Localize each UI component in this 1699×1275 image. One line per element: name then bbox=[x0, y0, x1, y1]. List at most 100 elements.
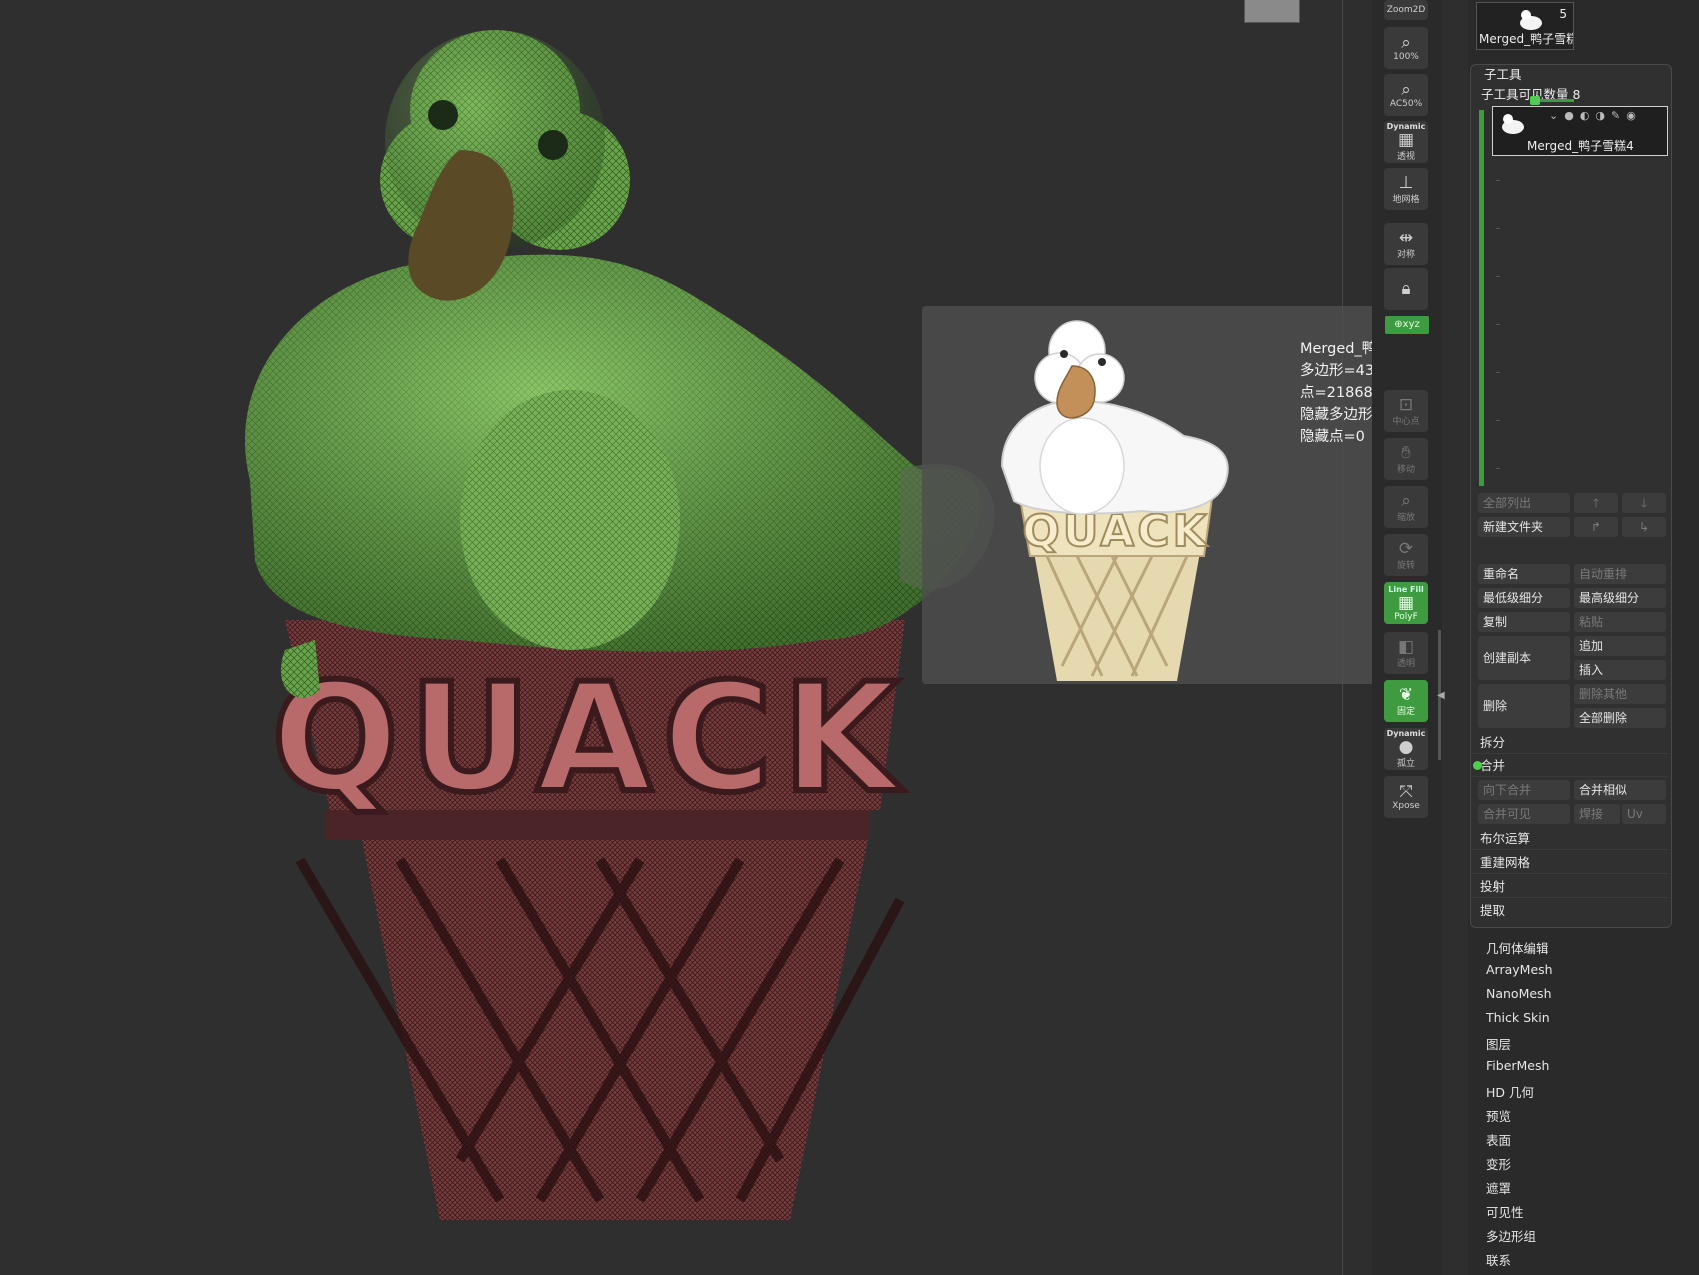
zoom-100-icon: ⌕ bbox=[1401, 33, 1411, 53]
polyframe-button[interactable]: Line Fill ▦ PolyF bbox=[1384, 582, 1428, 624]
list-all-button[interactable]: 全部列出 bbox=[1478, 493, 1570, 513]
boolean-section[interactable]: 布尔运算 bbox=[1472, 828, 1668, 850]
menu-fibermesh[interactable]: FiberMesh bbox=[1486, 1058, 1549, 1073]
symmetry-label: 对称 bbox=[1396, 249, 1415, 260]
zoom-ac50-button[interactable]: ⌕ AC50% bbox=[1384, 74, 1428, 116]
move-button[interactable]: ✋︎ 移动 bbox=[1384, 438, 1428, 480]
subtool-preview-popup: QUACK Merged_鸭子雪糕4 多边形=437348 点=218688 隐… bbox=[922, 306, 1429, 684]
lock-camera-button[interactable]: 🔒︎ bbox=[1384, 268, 1428, 310]
ghost-button[interactable]: ❦ 固定 bbox=[1384, 680, 1428, 722]
subtool-slot-empty[interactable] bbox=[1496, 372, 1500, 373]
xyz-rotate-button[interactable]: ⊕xyz bbox=[1385, 316, 1429, 334]
merge-down-button[interactable]: 向下合并 bbox=[1478, 780, 1570, 800]
create-copy-button[interactable]: 创建副本 bbox=[1478, 636, 1570, 680]
menu-visibility[interactable]: 可见性 bbox=[1486, 1202, 1524, 1221]
top-scroll-knob[interactable] bbox=[1244, 0, 1300, 23]
insert-button[interactable]: 插入 bbox=[1574, 660, 1666, 680]
perspective-button[interactable]: Dynamic ▦ 透视 bbox=[1384, 121, 1428, 163]
delete-other-button[interactable]: 删除其他 bbox=[1574, 684, 1666, 704]
transparent-button[interactable]: ◧ 透明 bbox=[1384, 632, 1428, 674]
zoom-ac50-icon: ⌕ bbox=[1401, 80, 1411, 100]
zoom2d-button[interactable]: Zoom2D bbox=[1384, 0, 1428, 20]
menu-layers[interactable]: 图层 bbox=[1486, 1034, 1511, 1053]
move-down-arrow-icon[interactable]: 🡓 bbox=[1622, 493, 1666, 513]
tool-count-badge: 5 bbox=[1559, 7, 1567, 21]
subtool-slot-empty[interactable] bbox=[1496, 180, 1500, 181]
solo-icon: ● bbox=[1398, 737, 1414, 757]
visible-count-knob[interactable] bbox=[1530, 96, 1540, 105]
menu-geometry[interactable]: 几何体编辑 bbox=[1486, 938, 1549, 957]
current-tool-thumbnail[interactable]: 5 Merged_鸭子雪糕 bbox=[1476, 2, 1574, 50]
menu-deformation[interactable]: 变形 bbox=[1486, 1154, 1511, 1173]
rotate-label: 旋转 bbox=[1396, 560, 1415, 571]
symmetry-button[interactable]: ⇹ 对称 bbox=[1384, 223, 1428, 265]
scale-label: 缩放 bbox=[1396, 512, 1415, 523]
solo-button[interactable]: Dynamic ● 孤立 bbox=[1384, 728, 1428, 770]
menu-surface[interactable]: 表面 bbox=[1486, 1130, 1511, 1149]
lock-camera-icon: 🔒︎ bbox=[1401, 279, 1411, 299]
menu-masking[interactable]: 遮罩 bbox=[1486, 1178, 1511, 1197]
menu-nanomesh[interactable]: NanoMesh bbox=[1486, 986, 1552, 1001]
delete-button[interactable]: 删除 bbox=[1478, 684, 1570, 728]
merge-visible-button[interactable]: 合并可见 bbox=[1478, 804, 1570, 824]
perspective-icon: ▦ bbox=[1397, 130, 1415, 150]
menu-preview[interactable]: 预览 bbox=[1486, 1106, 1511, 1125]
tool-thumb-name: Merged_鸭子雪糕 bbox=[1479, 32, 1573, 46]
auto-reorder-button[interactable]: 自动重排 bbox=[1574, 564, 1666, 584]
xpose-icon: ⤧ bbox=[1399, 782, 1413, 802]
zoom-ac50-label: AC50% bbox=[1389, 99, 1423, 109]
center-point-button[interactable]: ⊡ 中心点 bbox=[1384, 390, 1428, 432]
highest-subdiv-button[interactable]: 最高级细分 bbox=[1574, 588, 1666, 608]
subtool-slot-empty[interactable] bbox=[1496, 420, 1500, 421]
subtool-slot-empty[interactable] bbox=[1496, 276, 1500, 277]
menu-polygroups[interactable]: 多边形组 bbox=[1486, 1226, 1536, 1245]
solo-label: 孤立 bbox=[1396, 759, 1415, 769]
menu-contact[interactable]: 联系 bbox=[1486, 1250, 1511, 1269]
move-up-arrow-icon[interactable]: 🡑 bbox=[1574, 493, 1618, 513]
subtool-slot-empty[interactable] bbox=[1496, 228, 1500, 229]
polyframe-icon: ▦ bbox=[1397, 592, 1415, 613]
ghost-icon: ❦ bbox=[1398, 684, 1414, 705]
menu-thick-skin[interactable]: Thick Skin bbox=[1486, 1010, 1550, 1025]
subtool-slot-empty[interactable] bbox=[1496, 324, 1500, 325]
paste-button[interactable]: 粘贴 bbox=[1574, 612, 1666, 632]
zoom-100-button[interactable]: ⌕ 100% bbox=[1384, 27, 1428, 69]
lowest-subdiv-button[interactable]: 最低级细分 bbox=[1478, 588, 1570, 608]
xpose-button[interactable]: ⤧ Xpose bbox=[1384, 776, 1428, 818]
merge-similar-button[interactable]: 合并相似 bbox=[1574, 780, 1666, 800]
rename-button[interactable]: 重命名 bbox=[1478, 564, 1570, 584]
center-point-icon: ⊡ bbox=[1398, 394, 1414, 415]
floor-grid-icon: ⊥ bbox=[1398, 172, 1414, 193]
append-button[interactable]: 追加 bbox=[1574, 636, 1666, 656]
folder-arrow-up-icon[interactable]: ↱ bbox=[1574, 517, 1618, 537]
floor-grid-label: 地网格 bbox=[1392, 194, 1420, 205]
folder-arrow-down-icon[interactable]: ↳ bbox=[1622, 517, 1666, 537]
weld-toggle[interactable]: 焊接 bbox=[1574, 804, 1620, 824]
duck-thumbnail-icon bbox=[1520, 10, 1542, 30]
merge-active-indicator bbox=[1473, 761, 1482, 770]
scale-button[interactable]: ⌕ 缩放 bbox=[1384, 486, 1428, 528]
menu-arraymesh[interactable]: ArrayMesh bbox=[1486, 962, 1553, 977]
zoom-100-label: 100% bbox=[1393, 52, 1419, 62]
remesh-section[interactable]: 重建网格 bbox=[1472, 852, 1668, 874]
move-label: 移动 bbox=[1396, 464, 1415, 475]
new-folder-button[interactable]: 新建文件夹 bbox=[1478, 517, 1570, 537]
subtool-title[interactable]: 子工具 bbox=[1484, 64, 1522, 83]
scale-icon: ⌕ bbox=[1401, 490, 1411, 511]
duplicate-button[interactable]: 复制 bbox=[1478, 612, 1570, 632]
extract-section[interactable]: 提取 bbox=[1472, 900, 1668, 922]
floor-grid-button[interactable]: ⊥ 地网格 bbox=[1384, 168, 1428, 210]
delete-all-button[interactable]: 全部删除 bbox=[1574, 708, 1666, 728]
subtool-controls[interactable]: ⌄●◐◑✎◉ bbox=[1549, 109, 1642, 122]
subtool-slot-empty[interactable] bbox=[1496, 468, 1500, 469]
rotate-button[interactable]: ⟳ 旋转 bbox=[1384, 534, 1428, 576]
shelf-collapse-arrow-icon[interactable]: ◀ bbox=[1437, 690, 1445, 701]
subtool-item-active[interactable]: ⌄●◐◑✎◉ Merged_鸭子雪糕4 bbox=[1492, 106, 1668, 156]
project-section[interactable]: 投射 bbox=[1472, 876, 1668, 898]
menu-hd-geometry[interactable]: HD 几何 bbox=[1486, 1082, 1534, 1101]
move-icon: ✋︎ bbox=[1401, 442, 1411, 463]
subtool-list-scrollbar[interactable] bbox=[1479, 110, 1484, 486]
uv-toggle[interactable]: Uv bbox=[1622, 804, 1666, 824]
split-section[interactable]: 拆分 bbox=[1472, 732, 1668, 754]
merge-section[interactable]: 合并 bbox=[1472, 755, 1668, 777]
